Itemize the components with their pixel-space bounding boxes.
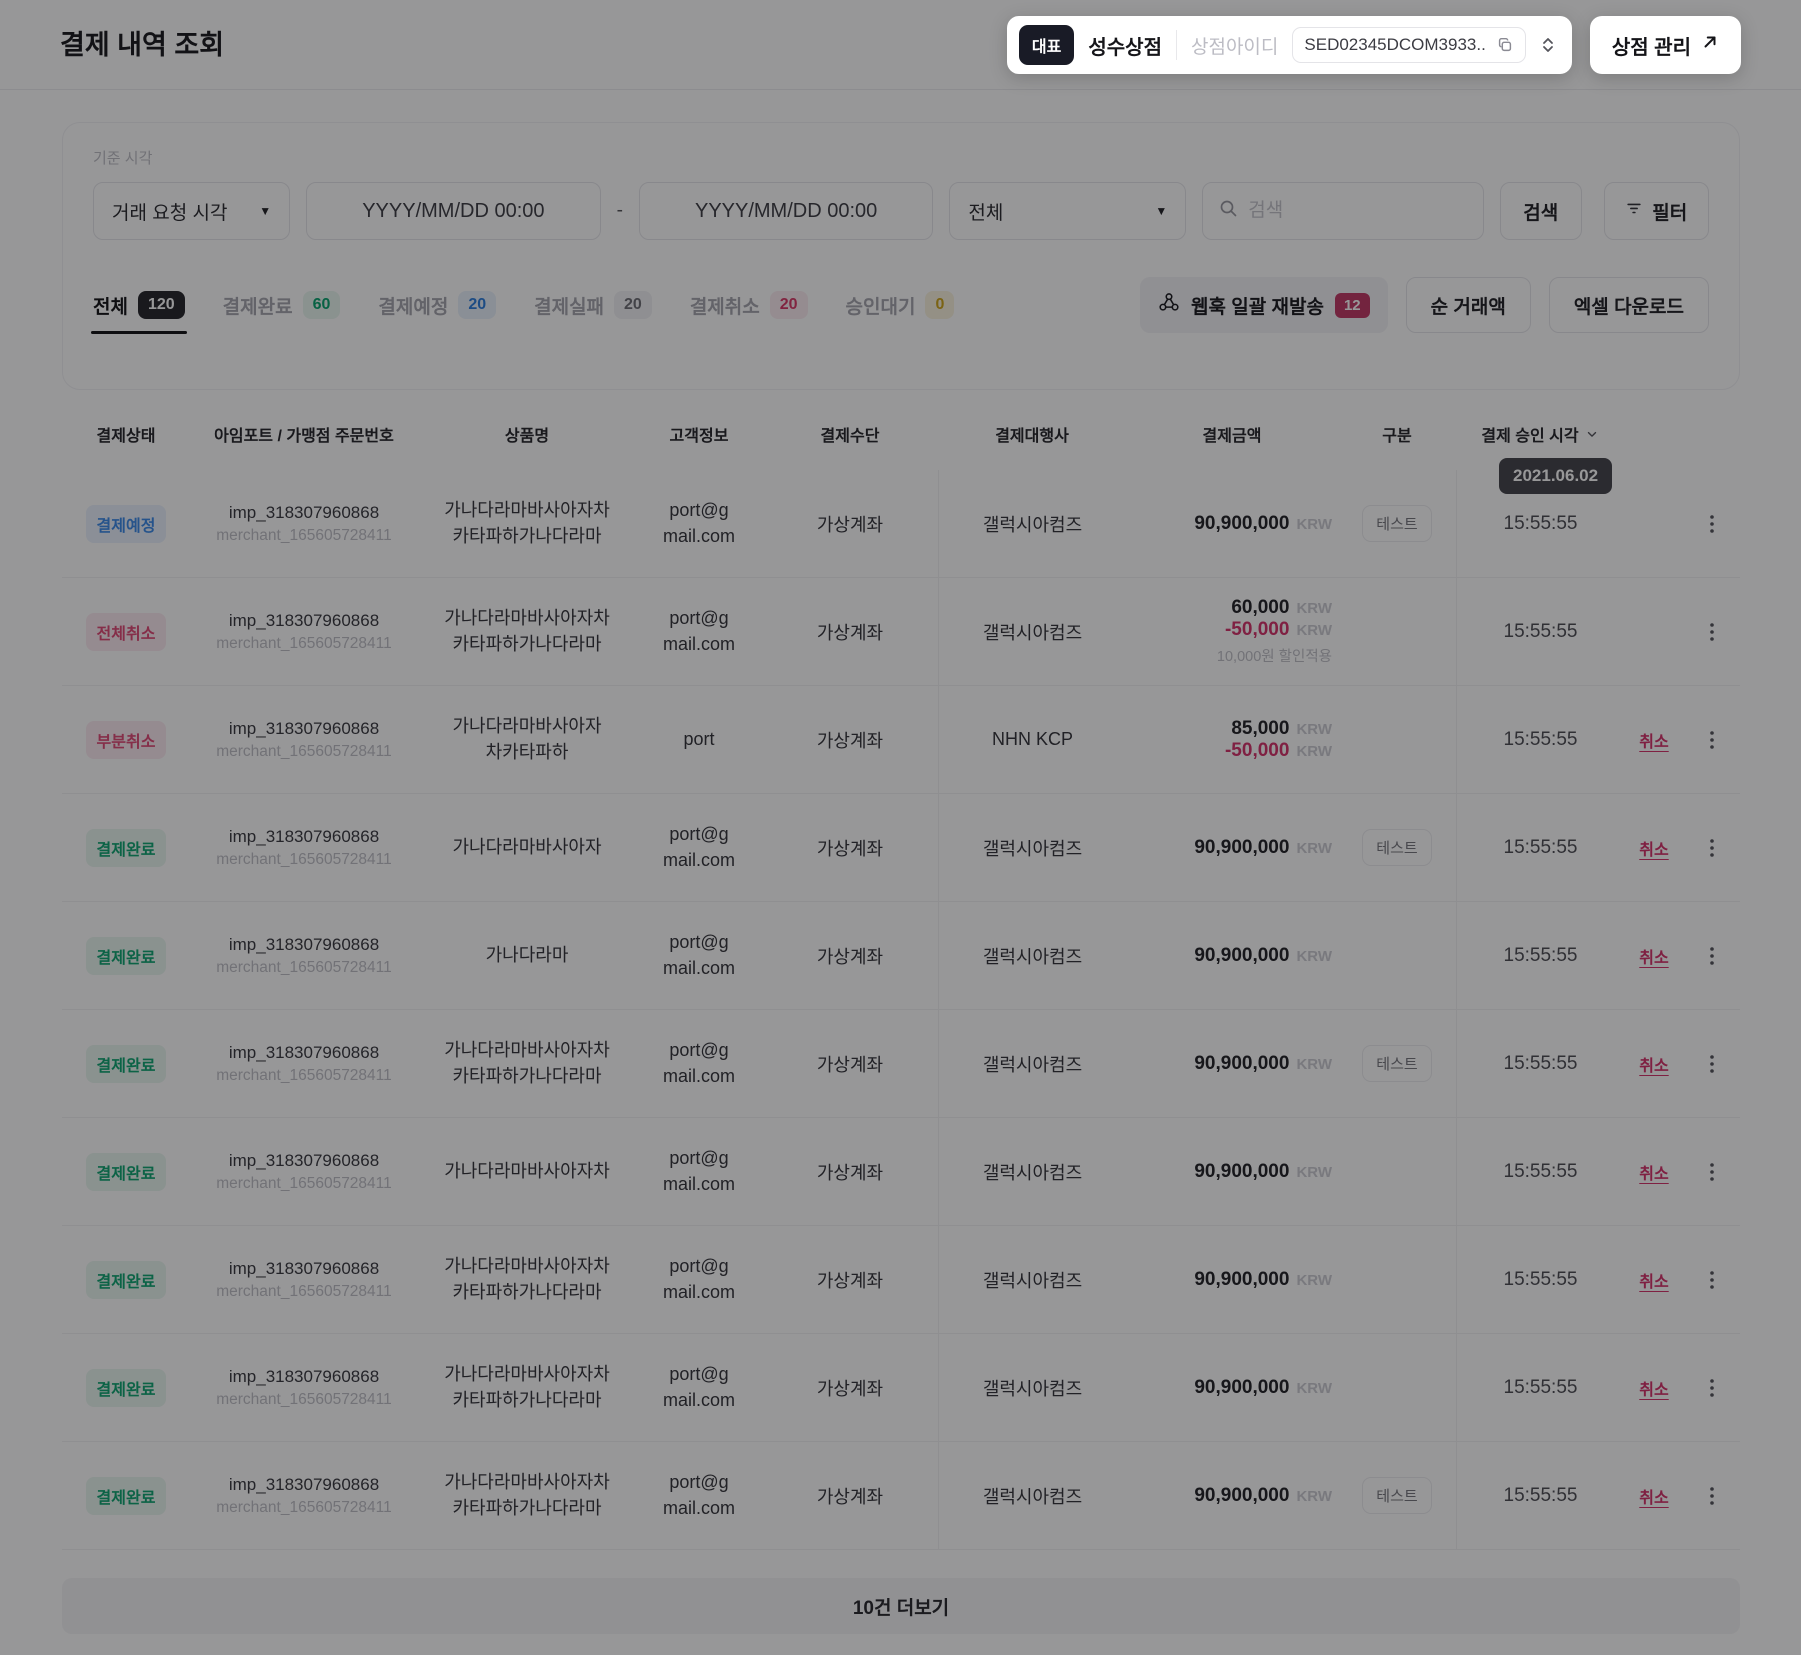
payment-history-page: 결제 내역 조회 대표 성수상점 상점아이디 SED02345DCOM3933.… bbox=[0, 0, 1801, 1655]
store-id-pill[interactable]: SED02345DCOM3933.. bbox=[1292, 27, 1525, 63]
merchant-selector[interactable]: 대표 성수상점 상점아이디 SED02345DCOM3933.. bbox=[1007, 16, 1572, 74]
dim-overlay bbox=[0, 0, 1801, 1655]
external-link-arrow-icon bbox=[1701, 33, 1719, 57]
merchant-spotlight: 대표 성수상점 상점아이디 SED02345DCOM3933.. 상점 관리 bbox=[1007, 16, 1741, 74]
copy-icon[interactable] bbox=[1496, 36, 1514, 54]
divider bbox=[1176, 30, 1177, 60]
store-id-value: SED02345DCOM3933.. bbox=[1304, 35, 1485, 55]
select-updown-icon[interactable] bbox=[1540, 35, 1556, 55]
store-manage-label: 상점 관리 bbox=[1612, 31, 1691, 60]
store-id-label: 상점아이디 bbox=[1191, 32, 1278, 59]
store-manage-button[interactable]: 상점 관리 bbox=[1590, 16, 1741, 74]
store-name: 성수상점 bbox=[1088, 31, 1162, 60]
representative-badge: 대표 bbox=[1019, 25, 1074, 65]
